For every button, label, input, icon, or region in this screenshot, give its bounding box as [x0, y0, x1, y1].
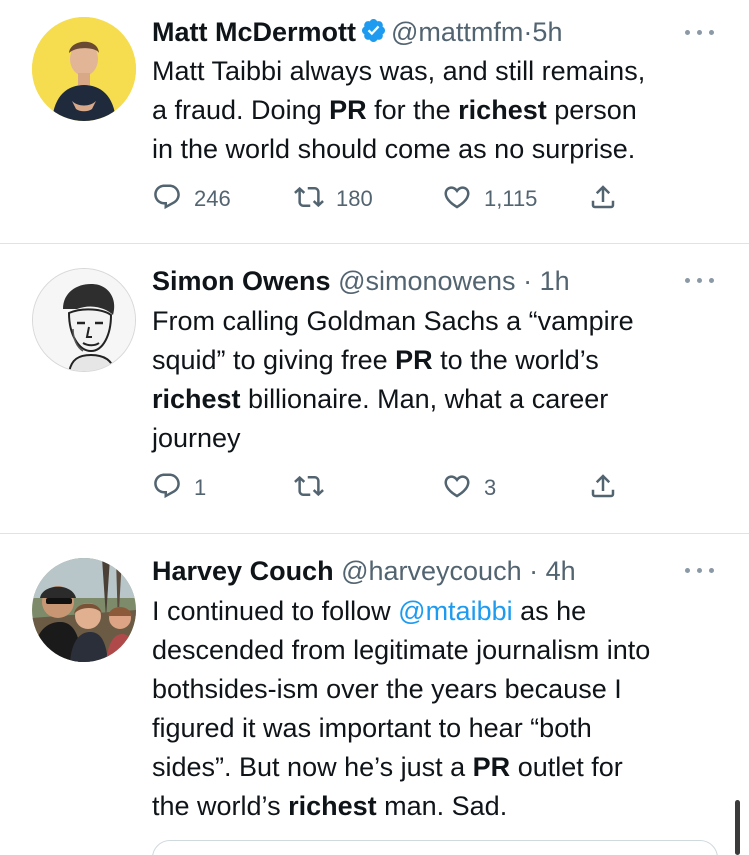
more-icon[interactable] — [683, 270, 717, 290]
tweet-text-line: I continued to follow @mtaibbi as he — [152, 592, 732, 631]
text-segment: bothsides-ism over the years because I — [152, 674, 622, 704]
share-button[interactable] — [588, 471, 618, 505]
tweet-text-line: Matt Taibbi always was, and still remain… — [152, 52, 732, 91]
tweet-actions: 1 3 — [152, 471, 632, 505]
text-segment: outlet for — [510, 752, 623, 782]
display-name[interactable]: Simon Owens — [152, 266, 331, 296]
bold-text: richest — [288, 791, 377, 821]
embedded-card[interactable] — [152, 840, 718, 855]
tweet-text-line: journey — [152, 419, 732, 458]
text-segment: person — [546, 95, 637, 125]
text-segment: From calling Goldman Sachs a “vampire — [152, 306, 634, 336]
text-segment: descended from legitimate journalism int… — [152, 635, 651, 665]
reply-button[interactable]: 1 — [152, 471, 206, 505]
bold-text: PR — [329, 95, 367, 125]
like-button[interactable]: 1,115 — [442, 182, 537, 216]
text-segment: a fraud. Doing — [152, 95, 330, 125]
display-name[interactable]: Harvey Couch — [152, 556, 334, 586]
text-segment: Matt Taibbi always was, and still remain… — [152, 56, 646, 86]
avatar[interactable] — [32, 17, 136, 121]
reply-icon — [152, 471, 182, 506]
text-segment: in the world should come as no surprise. — [152, 134, 636, 164]
scrollbar[interactable] — [735, 800, 740, 855]
like-button[interactable]: 3 — [442, 471, 496, 505]
retweet-icon — [294, 471, 324, 506]
text-segment: billionaire. Man, what a career — [240, 384, 609, 414]
text-segment: figured it was important to hear “both — [152, 713, 592, 743]
tweet-text-line: figured it was important to hear “both — [152, 709, 732, 748]
tweet-header: Simon Owens @simonowens · 1h — [152, 264, 570, 298]
tweet-text-line: in the world should come as no surprise. — [152, 130, 732, 169]
tweet-text-line: bothsides-ism over the years because I — [152, 670, 732, 709]
reply-count: 1 — [194, 475, 207, 500]
reply-count: 246 — [194, 186, 231, 211]
avatar[interactable] — [32, 268, 136, 372]
avatar-image — [32, 17, 136, 121]
tweet-header: Harvey Couch @harveycouch · 4h — [152, 554, 576, 588]
tweet[interactable]: Harvey Couch @harveycouch · 4h I continu… — [0, 534, 749, 855]
text-segment: as he — [512, 596, 587, 626]
avatar[interactable] — [32, 558, 136, 662]
verified-badge-icon — [360, 17, 387, 44]
separator-dot: · — [523, 266, 533, 296]
share-icon — [588, 182, 618, 217]
tweet-text-line: descended from legitimate journalism int… — [152, 631, 732, 670]
tweet[interactable]: Simon Owens @simonowens · 1h From callin… — [0, 244, 749, 533]
share-button[interactable] — [588, 182, 618, 216]
tweet-text: Matt Taibbi always was, and still remain… — [152, 52, 732, 169]
timestamp[interactable]: 4h — [546, 556, 576, 586]
bold-text: PR — [472, 752, 511, 782]
avatar-image — [33, 269, 135, 371]
like-count: 3 — [484, 475, 497, 500]
bold-text: richest — [152, 384, 241, 414]
user-handle[interactable]: @simonowens — [338, 266, 515, 296]
text-segment: journey — [152, 423, 241, 453]
display-name[interactable]: Matt McDermott — [152, 17, 356, 47]
user-handle[interactable]: @mattmfm — [391, 17, 523, 47]
tweet-text: From calling Goldman Sachs a “vampire squ… — [152, 302, 732, 458]
tweet-text: I continued to follow @mtaibbi as he desc… — [152, 592, 732, 826]
like-count: 1,115 — [484, 186, 538, 211]
mention-link[interactable]: @mtaibbi — [398, 596, 512, 626]
tweet-text-line: squid” to giving free PR to the world’s — [152, 341, 732, 380]
text-segment: to the world’s — [432, 345, 599, 375]
tweet-text-line: richest billionaire. Man, what a career — [152, 380, 732, 419]
text-segment: man. Sad. — [376, 791, 508, 821]
tweet-actions: 246 180 1,115 — [152, 182, 632, 216]
tweet-header: Matt McDermott @mattmfm·5h — [152, 15, 562, 49]
more-icon[interactable] — [683, 22, 717, 42]
user-handle[interactable]: @harveycouch — [341, 556, 522, 586]
like-icon — [442, 471, 472, 506]
timestamp[interactable]: 1h — [540, 266, 570, 296]
more-icon[interactable] — [683, 560, 717, 580]
retweet-button[interactable]: 180 — [294, 182, 373, 216]
text-segment: I continued to follow — [152, 596, 399, 626]
reply-icon — [152, 182, 182, 217]
like-icon — [442, 182, 472, 217]
tweet-text-line: sides”. But now he’s just a PR outlet fo… — [152, 748, 732, 787]
text-segment: the world’s — [152, 791, 289, 821]
retweet-count: 180 — [336, 186, 373, 211]
tweet[interactable]: Matt McDermott @mattmfm·5h Matt Taibbi al… — [0, 0, 749, 243]
avatar-image — [32, 558, 136, 662]
text-segment: sides”. But now he’s just a — [152, 752, 473, 782]
bold-text: richest — [458, 95, 547, 125]
tweet-text-line: the world’s richest man. Sad. — [152, 787, 732, 826]
reply-button[interactable]: 246 — [152, 182, 231, 216]
retweet-icon — [294, 182, 324, 217]
text-segment: squid” to giving free — [152, 345, 396, 375]
retweet-button[interactable] — [294, 471, 336, 505]
text-segment: for the — [366, 95, 459, 125]
timestamp[interactable]: 5h — [532, 17, 562, 47]
tweet-text-line: From calling Goldman Sachs a “vampire — [152, 302, 732, 341]
tweet-text-line: a fraud. Doing PR for the richest person — [152, 91, 732, 130]
separator-dot: · — [529, 556, 539, 586]
share-icon — [588, 471, 618, 506]
bold-text: PR — [395, 345, 433, 375]
